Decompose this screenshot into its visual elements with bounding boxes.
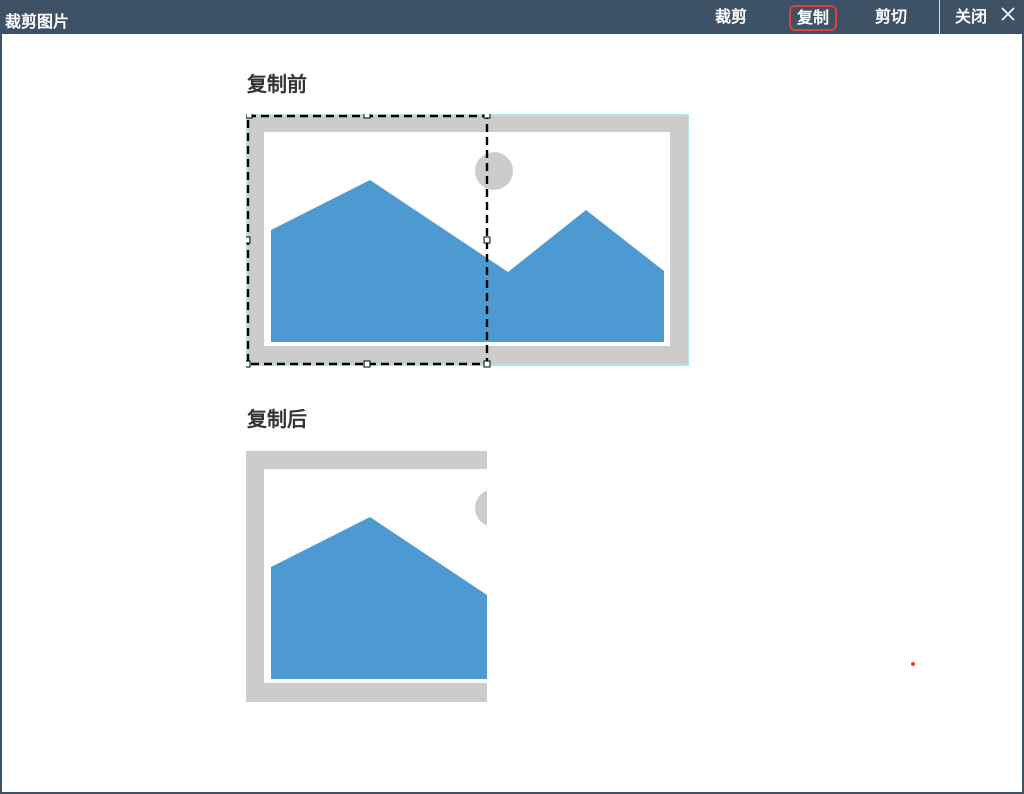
- resize-handle[interactable]: [246, 114, 253, 119]
- resize-handle[interactable]: [363, 114, 371, 119]
- source-image-canvas[interactable]: [246, 114, 692, 370]
- resize-handle[interactable]: [483, 360, 491, 368]
- resize-handle[interactable]: [246, 360, 251, 368]
- copied-image: [246, 451, 487, 702]
- before-copy-label: 复制前: [247, 72, 307, 96]
- resize-handle[interactable]: [483, 114, 491, 119]
- resize-handle[interactable]: [246, 236, 251, 244]
- after-copy-label: 复制后: [247, 407, 307, 431]
- copy-button[interactable]: 复制: [789, 5, 838, 31]
- crop-button[interactable]: 裁剪: [715, 7, 747, 27]
- cut-button[interactable]: 剪切: [875, 7, 907, 27]
- resize-handle[interactable]: [363, 360, 371, 368]
- cursor-dot: [911, 662, 915, 666]
- dialog-title: 裁剪图片: [5, 12, 70, 31]
- source-image: [246, 114, 689, 366]
- toolbar-divider: [939, 0, 940, 34]
- resize-handle[interactable]: [483, 236, 491, 244]
- title-bar: 裁剪图片 裁剪 复制 剪切 关闭: [0, 0, 1024, 34]
- close-button[interactable]: 关闭: [955, 7, 987, 27]
- close-icon[interactable]: [1000, 6, 1016, 22]
